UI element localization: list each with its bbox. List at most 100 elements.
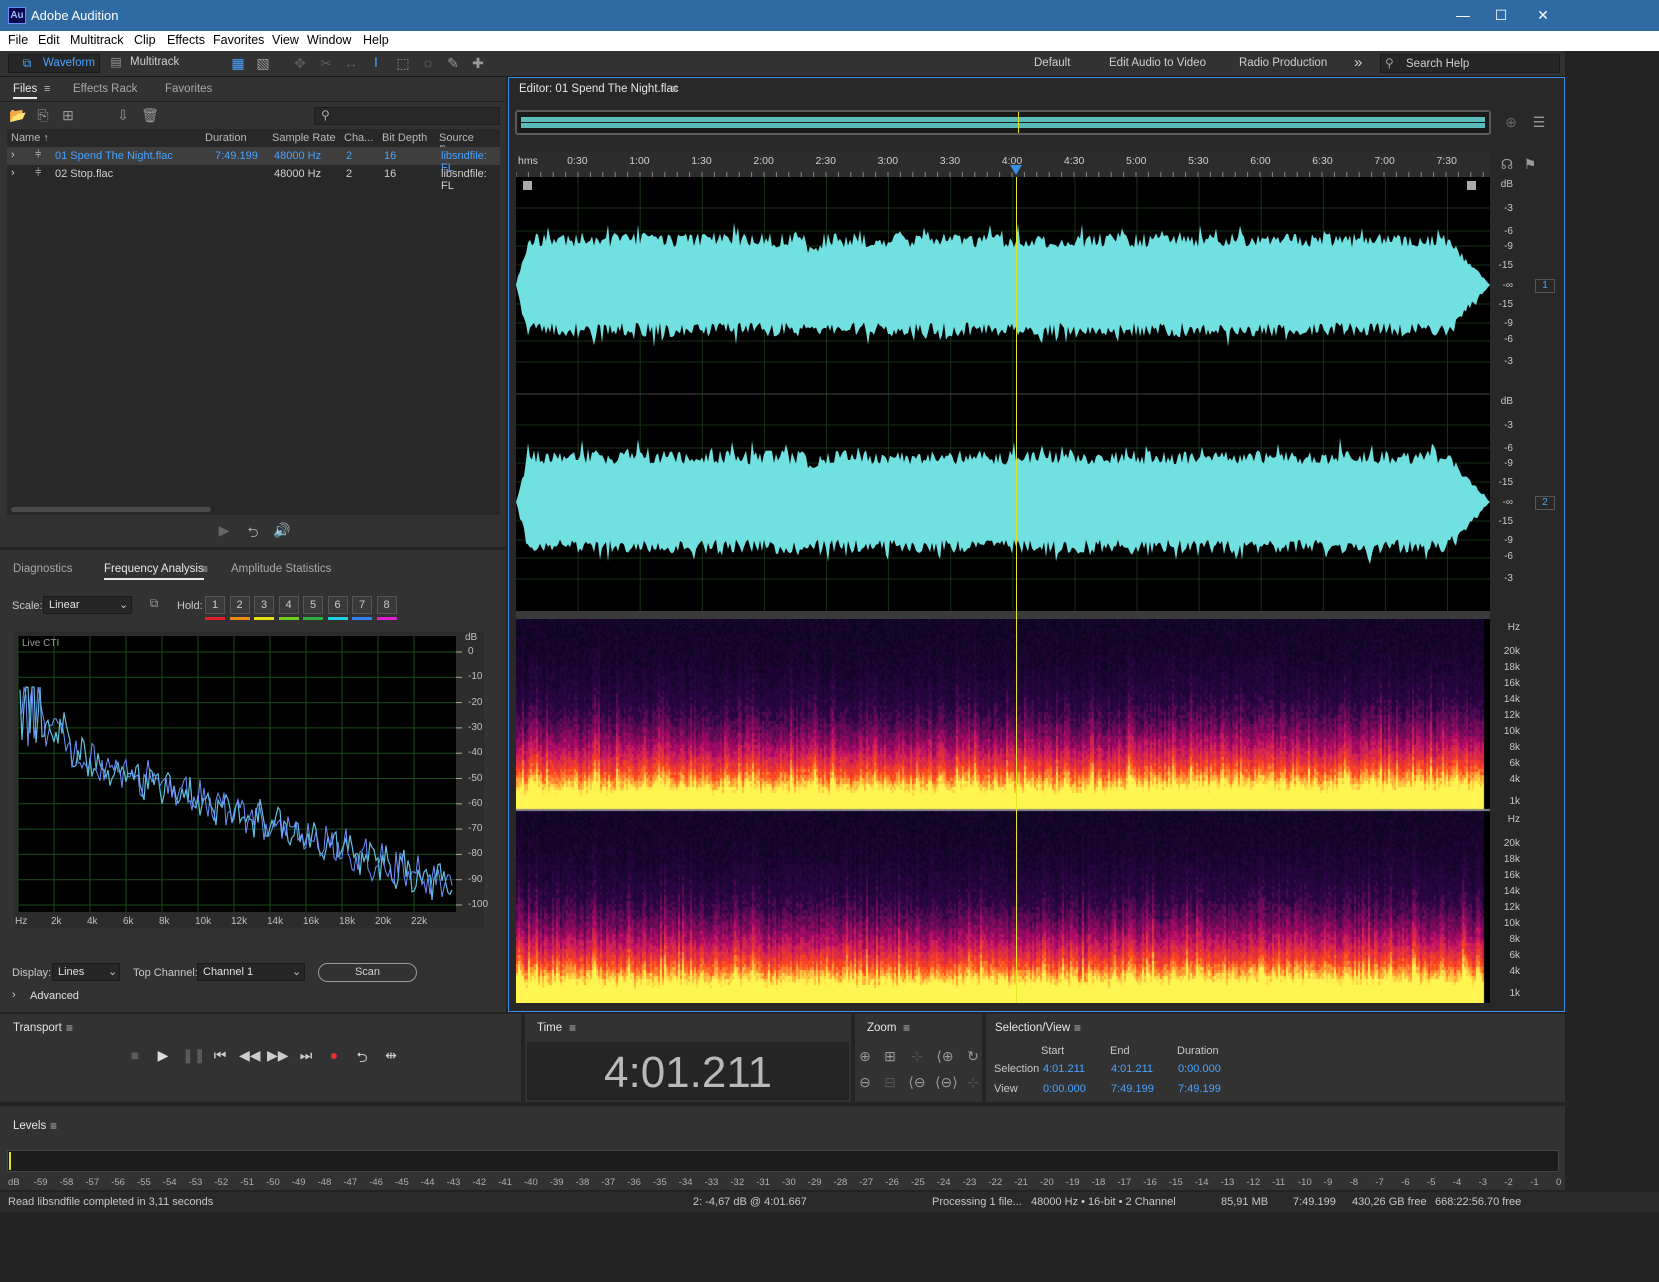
skip-to-start-icon[interactable]: ⏮ xyxy=(210,1047,230,1064)
menu-favorites[interactable]: Favorites xyxy=(213,33,264,47)
panel-menu-icon[interactable]: ≡ xyxy=(201,562,208,576)
zoom-out-time-icon[interactable]: ⊟ xyxy=(880,1074,900,1091)
tab-effects-rack[interactable]: Effects Rack xyxy=(73,83,137,95)
scale-select[interactable]: Linear ⌄ xyxy=(43,596,132,614)
menu-effects[interactable]: Effects xyxy=(167,33,205,47)
brush-tool-icon[interactable]: ✎ xyxy=(443,55,463,72)
horizontal-scrollbar[interactable] xyxy=(11,507,211,512)
time-selection-tool-icon[interactable]: I xyxy=(366,54,386,70)
playhead-handle[interactable] xyxy=(1010,165,1022,175)
expand-icon[interactable]: › xyxy=(12,989,16,1001)
files-search-input[interactable]: ⚲ xyxy=(314,107,500,125)
view-duration-field[interactable]: 7:49.199 xyxy=(1178,1083,1221,1095)
column-channels[interactable]: Cha... xyxy=(344,132,373,144)
selection-start-field[interactable]: 4:01.211 xyxy=(1043,1063,1085,1075)
tab-files[interactable]: Files xyxy=(13,83,38,99)
display-select[interactable]: Lines ⌄ xyxy=(52,963,120,981)
panel-menu-icon[interactable]: ≡ xyxy=(66,1021,73,1035)
layout-options-icon[interactable]: ☰ xyxy=(1529,114,1549,131)
zoom-out-right-icon[interactable]: ⊹ xyxy=(963,1074,983,1091)
skip-selection-icon[interactable]: ⇹ xyxy=(381,1047,401,1064)
skip-to-end-icon[interactable]: ⏭ xyxy=(296,1047,316,1064)
view-start-field[interactable]: 0:00.000 xyxy=(1043,1083,1086,1095)
new-file-icon[interactable]: ⊞ xyxy=(58,107,78,124)
insert-into-multitrack-icon[interactable]: ⇩ xyxy=(113,107,133,124)
headphones-icon[interactable]: ☊ xyxy=(1497,156,1517,173)
play-icon[interactable]: ▶ xyxy=(153,1047,173,1064)
more-workspaces-button[interactable]: » xyxy=(1354,54,1362,71)
lasso-tool-icon[interactable]: ◌ xyxy=(418,55,438,71)
hold-button-6[interactable]: 6 xyxy=(327,596,348,614)
hold-button-7[interactable]: 7 xyxy=(352,596,372,614)
hold-button-4[interactable]: 4 xyxy=(278,596,299,614)
multitrack-mode-button[interactable]: ▤ Multitrack xyxy=(104,54,194,73)
table-row[interactable]: › ⫩ 02 Stop.flac 48000 Hz 2 16 libsndfil… xyxy=(7,165,500,192)
autoplay-icon[interactable]: 🔊 xyxy=(272,522,292,539)
waveform-mode-button[interactable]: ⧉ Waveform xyxy=(8,54,100,73)
move-tool-icon[interactable]: ✥ xyxy=(290,55,310,72)
hold-button-1[interactable]: 1 xyxy=(205,596,225,614)
fade-in-handle[interactable] xyxy=(523,181,532,190)
workspace-default[interactable]: Default xyxy=(1034,57,1070,69)
loop-preview-icon[interactable]: ⮌ xyxy=(243,522,263,546)
tab-frequency-analysis[interactable]: Frequency Analysis xyxy=(104,563,204,580)
zoom-out-amplitude-icon[interactable]: ⊖ xyxy=(855,1074,875,1091)
record-icon[interactable]: ● xyxy=(324,1047,344,1063)
hold-button-2[interactable]: 2 xyxy=(229,596,250,614)
menu-help[interactable]: Help xyxy=(363,33,389,47)
zoom-target-icon[interactable]: ⊕ xyxy=(1501,114,1521,131)
fade-out-handle[interactable] xyxy=(1467,181,1476,190)
workspace-radio-production[interactable]: Radio Production xyxy=(1239,57,1327,69)
panel-menu-icon[interactable]: ≡ xyxy=(1074,1021,1081,1035)
open-file-icon[interactable]: 📂 xyxy=(8,107,28,124)
tab-favorites[interactable]: Favorites xyxy=(165,83,212,95)
expand-icon[interactable]: › xyxy=(11,167,15,179)
menu-file[interactable]: File xyxy=(8,33,28,47)
tab-diagnostics[interactable]: Diagnostics xyxy=(13,563,72,575)
menu-view[interactable]: View xyxy=(272,33,299,47)
fast-forward-icon[interactable]: ▶▶ xyxy=(267,1047,289,1064)
menu-edit[interactable]: Edit xyxy=(38,33,60,47)
view-end-field[interactable]: 7:49.199 xyxy=(1111,1083,1154,1095)
channel-2-toggle[interactable]: 2 xyxy=(1535,496,1555,510)
spectral-frequency-display[interactable] xyxy=(516,619,1490,1003)
hold-button-3[interactable]: 3 xyxy=(254,596,274,614)
zoom-out-full-time-icon[interactable]: ⟨⊖⟩ xyxy=(935,1074,958,1091)
waveform-display[interactable] xyxy=(516,177,1490,611)
time-ruler[interactable]: hms 0:30 1:00 1:30 2:00 2:30 3:00 3:30 4:00 4:30 5… xyxy=(516,152,1490,178)
search-help-input[interactable]: ⚲ Search Help xyxy=(1380,54,1560,73)
panel-menu-icon[interactable]: ≡ xyxy=(50,1119,57,1133)
menu-clip[interactable]: Clip xyxy=(134,33,156,47)
spectral-pitch-icon[interactable]: ▧ xyxy=(253,55,273,72)
stop-icon[interactable]: ■ xyxy=(125,1047,145,1063)
play-preview-icon[interactable]: ▶ xyxy=(214,522,234,539)
hold-button-5[interactable]: 5 xyxy=(303,596,323,614)
loop-playback-icon[interactable]: ⮌ xyxy=(352,1047,372,1071)
expand-icon[interactable]: › xyxy=(11,149,15,161)
workspace-edit-audio-to-video[interactable]: Edit Audio to Video xyxy=(1109,57,1206,69)
panel-menu-icon[interactable]: ≡ xyxy=(671,82,678,96)
selection-end-field[interactable]: 4:01.211 xyxy=(1111,1063,1153,1075)
column-sample-rate[interactable]: Sample Rate xyxy=(272,132,336,144)
slip-tool-icon[interactable]: ↔ xyxy=(341,55,361,71)
hold-button-8[interactable]: 8 xyxy=(376,596,397,614)
marquee-tool-icon[interactable]: ⬚ xyxy=(393,55,413,72)
column-name[interactable]: Name ↑ xyxy=(11,132,49,144)
pause-icon[interactable]: ❚❚ xyxy=(182,1047,205,1064)
razor-tool-icon[interactable]: ✂ xyxy=(316,55,336,72)
spot-healing-tool-icon[interactable]: ✚ xyxy=(468,55,488,72)
advanced-section[interactable]: Advanced xyxy=(30,990,79,1002)
zoom-reset-icon[interactable]: ↻ xyxy=(963,1048,983,1065)
zoom-selection-icon[interactable]: ⟨⊕ xyxy=(935,1048,955,1065)
column-duration[interactable]: Duration xyxy=(205,132,247,144)
scan-button[interactable]: Scan xyxy=(318,963,417,982)
panel-menu-icon[interactable]: ≡ xyxy=(903,1021,910,1035)
selection-duration-field[interactable]: 0:00.000 xyxy=(1178,1063,1221,1075)
rewind-icon[interactable]: ◀◀ xyxy=(239,1047,261,1064)
close-button[interactable]: ✕ xyxy=(1520,0,1566,31)
marker-icon[interactable]: ⚑ xyxy=(1520,156,1540,173)
delete-icon[interactable]: 🗑 xyxy=(140,107,160,124)
panel-menu-icon[interactable]: ≡ xyxy=(44,83,50,95)
zoom-in-time-icon[interactable]: ⊞ xyxy=(880,1048,900,1065)
import-file-icon[interactable]: ⎘ xyxy=(33,107,53,124)
